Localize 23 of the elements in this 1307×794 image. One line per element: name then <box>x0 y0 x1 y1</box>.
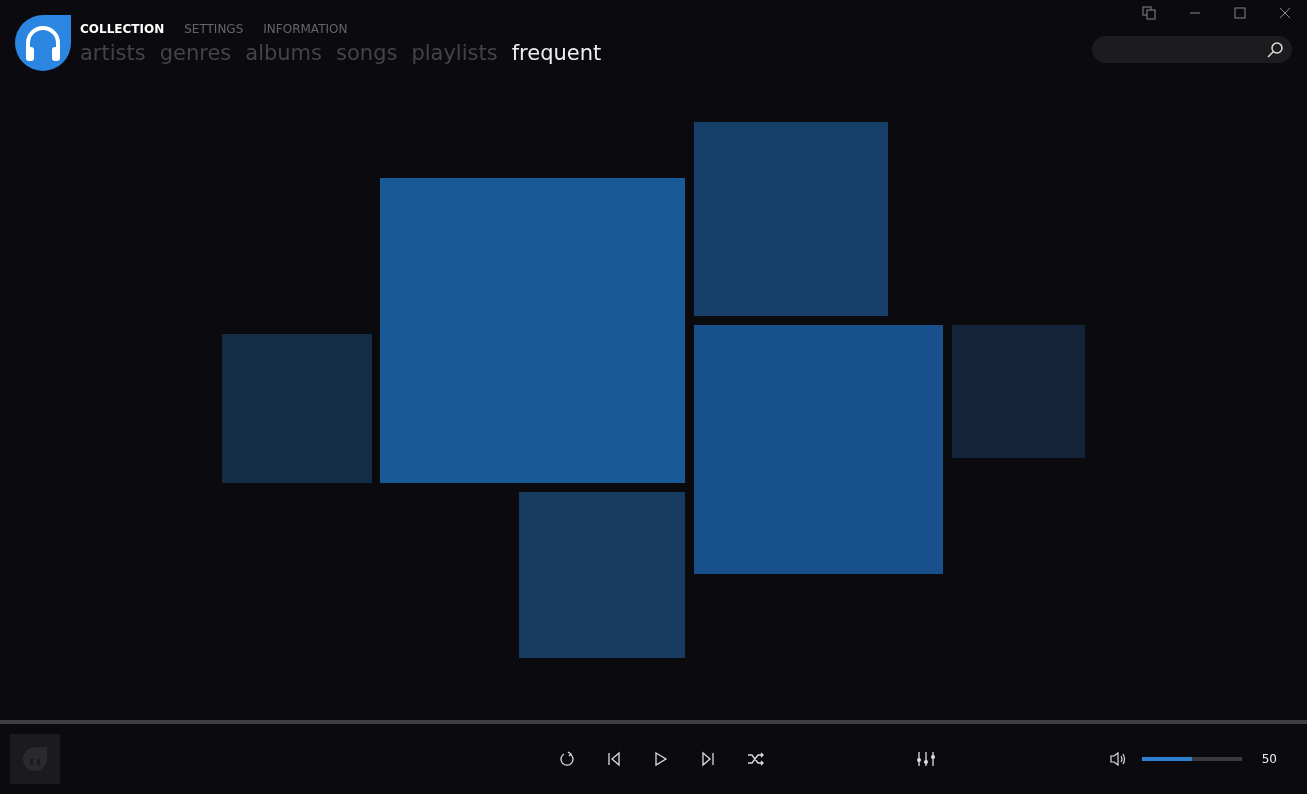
headphones-logo <box>14 14 72 72</box>
view-tab[interactable]: frequent <box>511 42 602 66</box>
album-tile[interactable] <box>694 122 888 316</box>
search-field[interactable] <box>1092 36 1292 63</box>
album-tile[interactable] <box>222 334 372 483</box>
view-tab[interactable]: songs <box>336 42 398 66</box>
section-tab[interactable]: COLLECTION <box>80 20 165 38</box>
album-tile[interactable] <box>694 325 943 574</box>
close-icon[interactable] <box>1279 6 1291 20</box>
volume-value: 50 <box>1261 751 1277 768</box>
view-tab[interactable]: artists <box>80 42 146 66</box>
album-tile[interactable] <box>952 325 1085 458</box>
section-tab[interactable]: SETTINGS <box>184 20 244 38</box>
view-tab[interactable]: genres <box>159 42 232 66</box>
search-icon[interactable] <box>1266 40 1284 59</box>
album-tile[interactable] <box>380 178 685 483</box>
volume-slider[interactable] <box>1141 757 1242 761</box>
album-tile[interactable] <box>519 492 685 658</box>
view-tab[interactable]: albums <box>245 42 323 66</box>
section-tab[interactable]: INFORMATION <box>263 20 348 38</box>
restore-icon[interactable] <box>1142 6 1156 20</box>
maximize-icon[interactable] <box>1234 6 1246 20</box>
view-tab[interactable]: playlists <box>411 42 498 66</box>
